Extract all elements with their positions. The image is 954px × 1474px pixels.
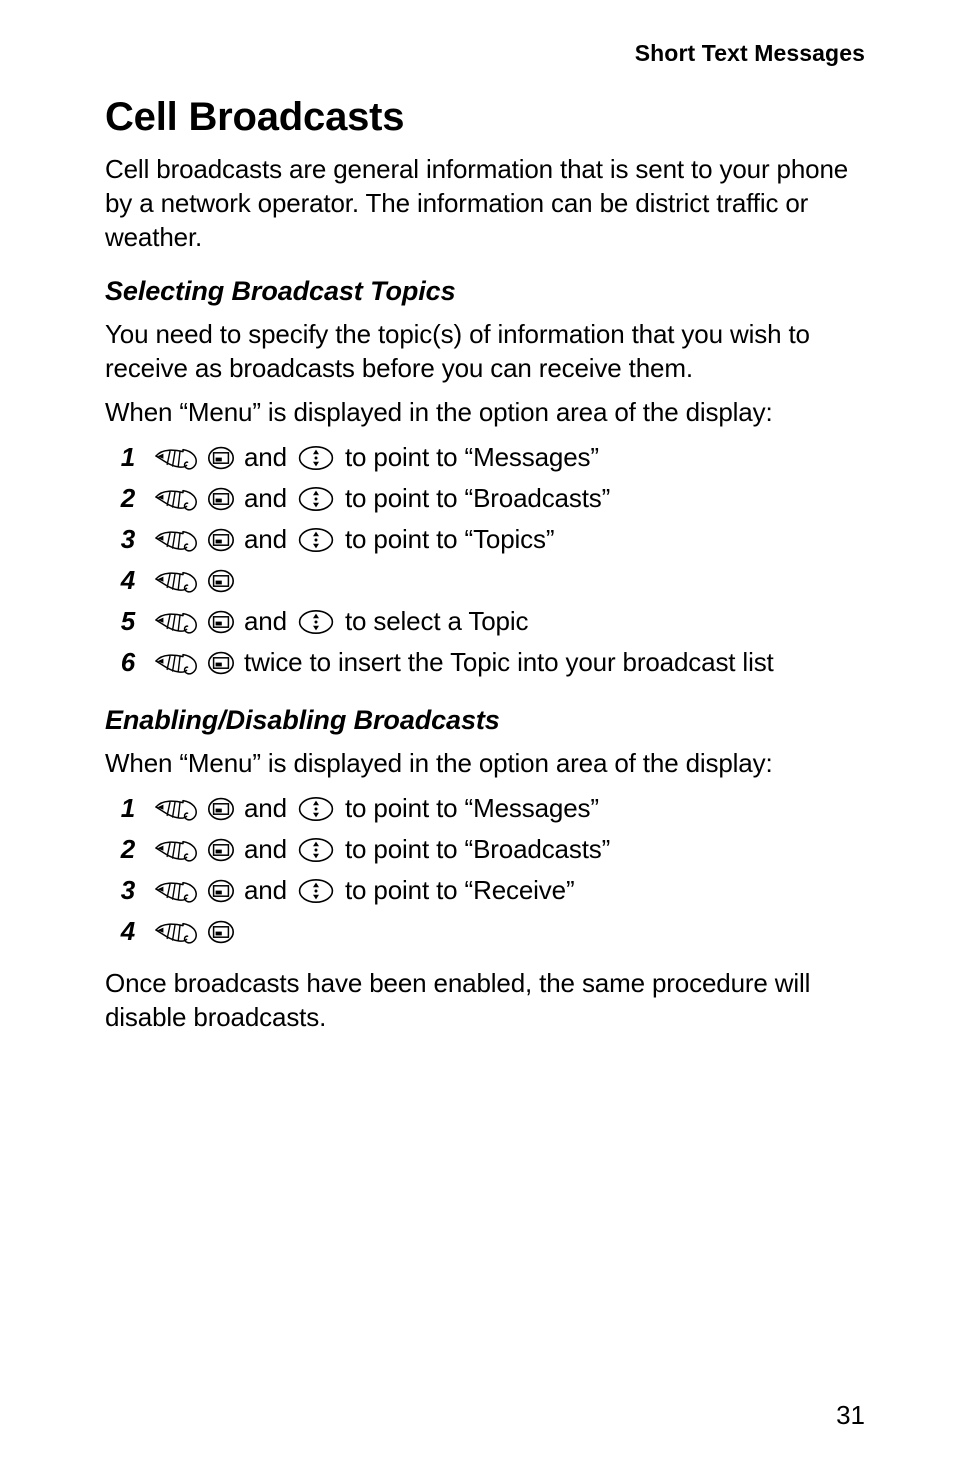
hand-icon: [152, 527, 198, 553]
list-item: 6 twice to insert the Topic into your br…: [105, 642, 865, 683]
softkey-icon: [207, 487, 235, 511]
navigation-key-icon: [298, 445, 334, 471]
step-connector: and: [244, 875, 287, 906]
hand-icon: [152, 486, 198, 512]
list-item: 3: [105, 519, 865, 560]
hand-icon: [152, 919, 198, 945]
step-number: 2: [120, 834, 135, 865]
page-content: Cell Broadcasts Cell broadcasts are gene…: [105, 96, 865, 1047]
step-icons: [135, 568, 235, 594]
step-text: to point to “Messages”: [344, 442, 599, 473]
list-item: 5 and to select a Topic: [105, 601, 865, 642]
hand-icon: [152, 650, 198, 676]
hand-icon: [152, 445, 198, 471]
hand-icon: [152, 796, 198, 822]
section-lead-in: When “Menu” is displayed in the option a…: [105, 748, 773, 779]
section-heading-enabling-disabling-broadcasts: Enabling/Disabling Broadcasts: [105, 705, 500, 736]
navigation-key-icon: [298, 878, 334, 904]
step-connector: and: [244, 524, 287, 555]
step-icons-secondary: [296, 837, 336, 863]
step-connector: and: [244, 834, 287, 865]
section-heading-selecting-broadcast-topics: Selecting Broadcast Topics: [105, 276, 456, 307]
step-text: to point to “Broadcasts”: [344, 483, 611, 514]
step-number: 6: [120, 647, 135, 678]
document-page: Short Text Messages Cell Broadcasts Cell…: [0, 0, 954, 1474]
step-connector: and: [244, 442, 287, 473]
softkey-icon: [207, 569, 235, 593]
step-number: 3: [120, 524, 135, 555]
section-intro-paragraph: You need to specify the topic(s) of info…: [105, 319, 810, 384]
navigation-key-icon: [298, 609, 334, 635]
softkey-icon: [207, 651, 235, 675]
step-text: to select a Topic: [344, 606, 529, 637]
hand-icon: [152, 568, 198, 594]
list-item: 2 and to point to “Broadcasts”: [105, 478, 865, 519]
list-item: 1 and to point to “Messages”: [105, 437, 865, 478]
list-item: 3: [105, 870, 865, 911]
step-icons-secondary: [296, 878, 336, 904]
step-icons: [135, 445, 235, 471]
step-text: to point to “Broadcasts”: [344, 834, 611, 865]
step-icons-secondary: [296, 527, 336, 553]
step-number: 4: [120, 916, 135, 947]
hand-icon: [152, 878, 198, 904]
navigation-key-icon: [298, 837, 334, 863]
step-icons: [135, 650, 235, 676]
step-icons: [135, 609, 235, 635]
softkey-icon: [207, 838, 235, 862]
step-text: twice to insert the Topic into your broa…: [244, 647, 774, 678]
hand-icon: [152, 609, 198, 635]
hand-icon: [152, 837, 198, 863]
step-text: to point to “Messages”: [344, 793, 599, 824]
step-number: 3: [120, 875, 135, 906]
closing-paragraph: Once broadcasts have been enabled, the s…: [105, 968, 811, 1033]
step-icons-secondary: [296, 796, 336, 822]
step-icons-secondary: [296, 486, 336, 512]
list-item: 2 and to point to “Broadcasts”: [105, 829, 865, 870]
step-text: to point to “Topics”: [344, 524, 555, 555]
step-connector: and: [244, 793, 287, 824]
step-icons-secondary: [296, 445, 336, 471]
step-icons: [135, 878, 235, 904]
step-text: to point to “Receive”: [344, 875, 575, 906]
navigation-key-icon: [298, 796, 334, 822]
softkey-icon: [207, 879, 235, 903]
section-lead-in: When “Menu” is displayed in the option a…: [105, 397, 773, 428]
procedure-list-enabling-disabling: 1 and to point to “Messages” 2 and to po…: [105, 788, 865, 952]
navigation-key-icon: [298, 486, 334, 512]
intro-paragraph: Cell broadcasts are general information …: [105, 154, 849, 253]
step-number: 2: [120, 483, 135, 514]
step-connector: and: [244, 606, 287, 637]
page-number: 31: [836, 1400, 865, 1430]
softkey-icon: [207, 528, 235, 552]
step-icons: [135, 837, 235, 863]
step-connector: and: [244, 483, 287, 514]
procedure-list-selecting-topics: 1 and to point to “Messages” 2 and to po…: [105, 437, 865, 683]
step-icons-secondary: [296, 609, 336, 635]
step-icons: [135, 486, 235, 512]
softkey-icon: [207, 610, 235, 634]
running-header: Short Text Messages: [634, 40, 865, 66]
list-item: 4: [105, 560, 865, 601]
softkey-icon: [207, 797, 235, 821]
list-item: 1 and to point to “Messages”: [105, 788, 865, 829]
list-item: 4: [105, 911, 865, 952]
step-number: 5: [120, 606, 135, 637]
softkey-icon: [207, 920, 235, 944]
page-title: Cell Broadcasts: [105, 95, 405, 139]
step-number: 4: [120, 565, 135, 596]
navigation-key-icon: [298, 527, 334, 553]
step-icons: [135, 527, 235, 553]
softkey-icon: [207, 446, 235, 470]
step-number: 1: [120, 442, 135, 473]
step-icons: [135, 796, 235, 822]
step-icons: [135, 919, 235, 945]
step-number: 1: [120, 793, 135, 824]
